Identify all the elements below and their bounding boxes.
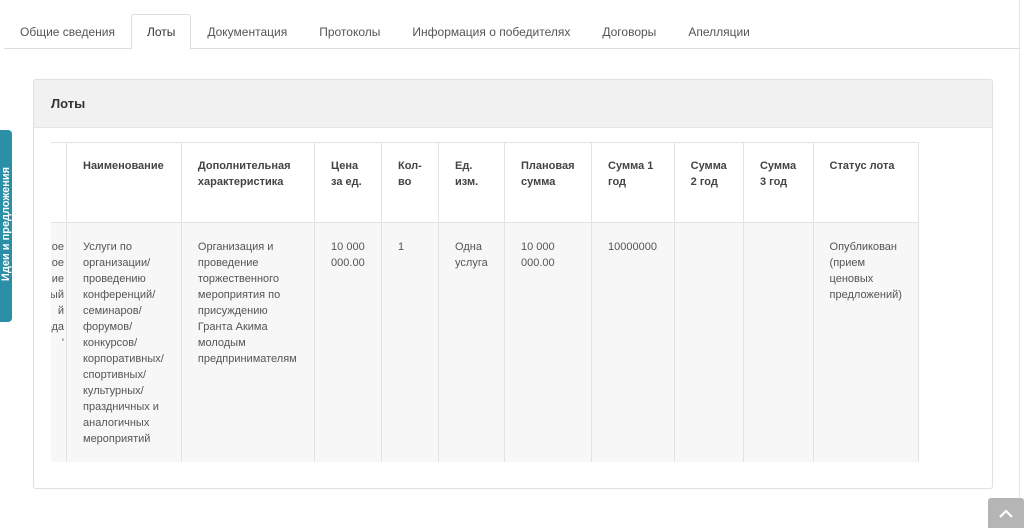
cell-name: Услуги по организации/ проведению конфер… [66, 222, 182, 462]
col-header-status: Статус лота [812, 142, 920, 223]
tab-protocols[interactable]: Протоколы [303, 14, 396, 49]
chevron-up-icon [999, 508, 1013, 518]
tab-documentation[interactable]: Документация [191, 14, 303, 49]
tab-appeals[interactable]: Апелляции [672, 14, 766, 49]
cell-unit: Одна услуга [438, 222, 505, 462]
col-header-sum2: Сумма 2 год [673, 142, 744, 223]
col-header-partial [51, 142, 67, 223]
cell-sum3 [742, 222, 814, 462]
col-header-price: Цена за ед. [314, 142, 382, 223]
table-header-row: Наименование Дополнительная характеристи… [51, 142, 920, 223]
lots-table-scroll[interactable]: Наименование Дополнительная характеристи… [51, 142, 974, 462]
col-header-sum1: Сумма 1 год [591, 142, 675, 223]
col-header-unit: Ед. изм. [438, 142, 505, 223]
col-header-qty: Кол-во [380, 142, 440, 223]
col-header-extra: Дополнительная характеристика [180, 142, 316, 223]
table-row: ьное венное ие ный й ода ' Услуги по орг… [51, 222, 920, 462]
cell-partial: ьное венное ие ный й ода ' [51, 222, 67, 462]
cell-sum2 [673, 222, 744, 462]
ideas-feedback-tab[interactable]: Идеи и предложения [0, 130, 12, 322]
col-header-planned: Плановая сумма [503, 142, 593, 223]
col-header-name: Наименование [66, 142, 182, 223]
cell-price: 10 000 000.00 [314, 222, 382, 462]
cell-extra: Организация и проведение торжественного … [180, 222, 316, 462]
lots-panel: Лоты Наименование Дополнительная характе… [33, 79, 993, 489]
col-header-sum3: Сумма 3 год [742, 142, 814, 223]
tab-lots[interactable]: Лоты [130, 14, 192, 50]
scroll-to-top-button[interactable] [988, 498, 1024, 528]
lots-table: Наименование Дополнительная характеристи… [51, 142, 920, 462]
tab-general[interactable]: Общие сведения [4, 14, 131, 49]
cell-qty: 1 [380, 222, 440, 462]
tab-bar: Общие сведения Лоты Документация Протоко… [4, 14, 1020, 50]
ideas-feedback-label: Идеи и предложения [0, 166, 12, 282]
page-right-border [1019, 0, 1020, 525]
tab-contracts[interactable]: Договоры [586, 14, 672, 49]
tab-winners[interactable]: Информация о победителях [396, 14, 586, 49]
cell-status: Опубликован (прием ценовых предложений) [812, 222, 920, 462]
cell-sum1: 10000000 [591, 222, 675, 462]
panel-title: Лоты [34, 80, 992, 128]
cell-planned: 10 000 000.00 [503, 222, 593, 462]
